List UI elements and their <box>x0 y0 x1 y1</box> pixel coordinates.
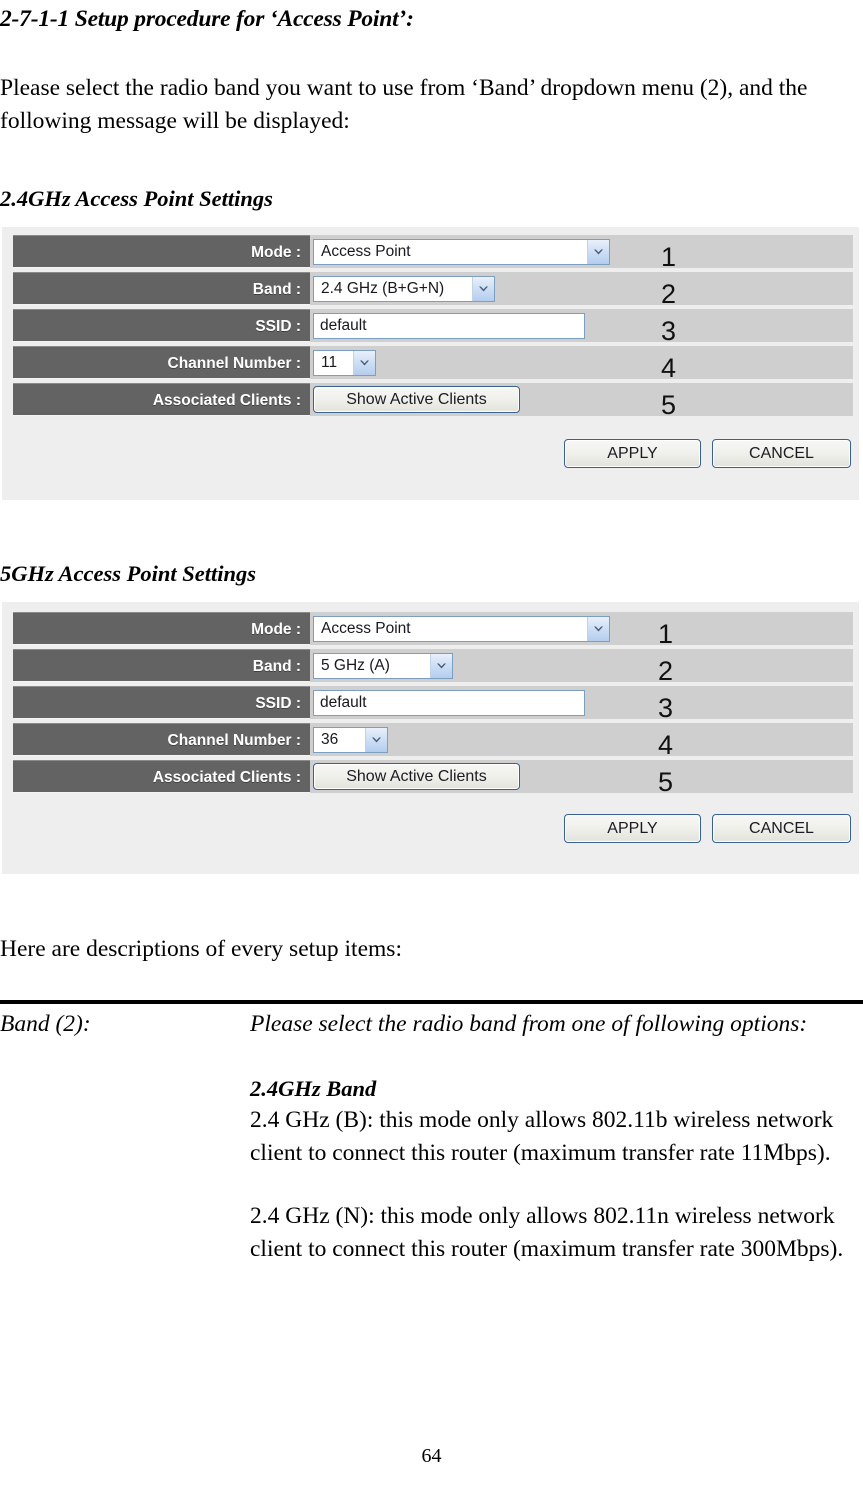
mode-select[interactable]: Access Point <box>313 238 610 265</box>
callout-number: 2 <box>658 656 674 686</box>
cancel-button[interactable]: CANCEL <box>712 439 851 468</box>
table-row: SSID : default 3 <box>13 309 853 346</box>
definition-subheading: 2.4GHz Band <box>250 1076 377 1101</box>
callout-number: 4 <box>658 730 674 760</box>
cancel-button[interactable]: CANCEL <box>712 814 851 843</box>
channel-number-select[interactable]: 11 <box>313 349 376 376</box>
callout-number: 4 <box>661 353 677 383</box>
row-label-associated-clients: Associated Clients : <box>13 760 310 793</box>
row-field-ssid: default <box>313 686 585 719</box>
callout-number: 2 <box>661 279 677 309</box>
row-field-mode: Access Point <box>313 235 610 268</box>
mode-select-value: Access Point <box>321 242 411 260</box>
page-number: 64 <box>421 1445 442 1467</box>
table-row: Associated Clients : Show Active Clients… <box>13 383 853 420</box>
chevron-down-icon[interactable] <box>587 239 609 264</box>
band-select[interactable]: 2.4 GHz (B+G+N) <box>313 275 495 302</box>
ssid-input[interactable]: default <box>313 689 585 716</box>
intro-paragraph: Please select the radio band you want to… <box>0 75 808 134</box>
table-row: Channel Number : 36 4 <box>13 723 853 760</box>
row-label-ssid: SSID : <box>13 686 310 719</box>
show-active-clients-button[interactable]: Show Active Clients <box>313 386 520 413</box>
row-label-channel-number: Channel Number : <box>13 346 310 379</box>
table-row: Mode : Access Point 1 <box>13 235 853 272</box>
callout-number: 3 <box>661 316 677 346</box>
definition-paragraph-b: 2.4 GHz (B): this mode only allows 802.1… <box>250 1107 834 1166</box>
ssid-input[interactable]: default <box>313 312 585 339</box>
chevron-down-icon[interactable] <box>365 727 387 752</box>
chevron-down-icon[interactable] <box>587 616 609 641</box>
definition-paragraph-n: 2.4 GHz (N): this mode only allows 802.1… <box>250 1203 844 1262</box>
panel-actions-24ghz: APPLY CANCEL <box>564 439 851 468</box>
chevron-down-icon[interactable] <box>353 350 375 375</box>
page-title: 2-7-1-1 Setup procedure for ‘Access Poin… <box>0 6 414 32</box>
chevron-down-icon[interactable] <box>430 653 452 678</box>
apply-button[interactable]: APPLY <box>564 814 701 843</box>
band-select-value: 2.4 GHz (B+G+N) <box>321 279 445 297</box>
callout-number: 5 <box>658 767 674 797</box>
row-label-associated-clients: Associated Clients : <box>13 383 310 416</box>
callout-number: 1 <box>661 242 677 272</box>
channel-number-value: 36 <box>321 730 339 748</box>
definition-term: Band (2): <box>0 1011 91 1037</box>
channel-number-value: 11 <box>321 353 338 371</box>
show-active-clients-button[interactable]: Show Active Clients <box>313 763 520 790</box>
table-row: Band : 5 GHz (A) 2 <box>13 649 853 686</box>
section-title-24ghz: 2.4GHz Access Point Settings <box>0 186 273 211</box>
row-label-channel-number: Channel Number : <box>13 723 310 756</box>
mode-select[interactable]: Access Point <box>313 615 610 642</box>
table-row: Channel Number : 11 4 <box>13 346 853 383</box>
row-field-channel-number: 11 <box>313 346 376 379</box>
mode-select-value: Access Point <box>321 619 411 637</box>
horizontal-rule <box>0 1000 863 1004</box>
settings-panel-24ghz: Mode : Access Point 1 Band : 2.4 GHz (B+… <box>2 227 859 500</box>
panel-actions-5ghz: APPLY CANCEL <box>564 814 851 843</box>
settings-panel-5ghz: Mode : Access Point 1 Band : 5 GHz (A) 2… <box>2 602 859 874</box>
document-page: 2-7-1-1 Setup procedure for ‘Access Poin… <box>0 0 863 1487</box>
table-row: Associated Clients : Show Active Clients… <box>13 760 853 797</box>
chevron-down-icon[interactable] <box>472 276 494 301</box>
table-row: SSID : default 3 <box>13 686 853 723</box>
apply-button[interactable]: APPLY <box>564 439 701 468</box>
row-label-mode: Mode : <box>13 612 310 645</box>
descriptions-intro: Here are descriptions of every setup ite… <box>0 936 402 962</box>
row-field-mode: Access Point <box>313 612 610 645</box>
callout-number: 3 <box>658 693 674 723</box>
definition-body: Please select the radio band from one of… <box>250 1008 863 1266</box>
table-row: Mode : Access Point 1 <box>13 612 853 649</box>
row-label-ssid: SSID : <box>13 309 310 342</box>
callout-number: 5 <box>661 390 677 420</box>
row-field-ssid: default <box>313 309 585 342</box>
table-row: Band : 2.4 GHz (B+G+N) 2 <box>13 272 853 309</box>
row-field-associated-clients: Show Active Clients <box>313 760 520 793</box>
row-field-channel-number: 36 <box>313 723 388 756</box>
section-title-5ghz: 5GHz Access Point Settings <box>0 561 257 586</box>
row-field-associated-clients: Show Active Clients <box>313 383 520 416</box>
row-field-band: 5 GHz (A) <box>313 649 453 682</box>
settings-rows-24ghz: Mode : Access Point 1 Band : 2.4 GHz (B+… <box>2 227 859 420</box>
band-select[interactable]: 5 GHz (A) <box>313 652 453 679</box>
row-field-band: 2.4 GHz (B+G+N) <box>313 272 495 305</box>
band-select-value: 5 GHz (A) <box>321 656 390 674</box>
settings-rows-5ghz: Mode : Access Point 1 Band : 5 GHz (A) 2… <box>2 602 859 797</box>
row-label-mode: Mode : <box>13 235 310 268</box>
channel-number-select[interactable]: 36 <box>313 726 388 753</box>
row-label-band: Band : <box>13 272 310 305</box>
definition-lead: Please select the radio band from one of… <box>250 1011 808 1037</box>
row-label-band: Band : <box>13 649 310 682</box>
callout-number: 1 <box>658 619 674 649</box>
